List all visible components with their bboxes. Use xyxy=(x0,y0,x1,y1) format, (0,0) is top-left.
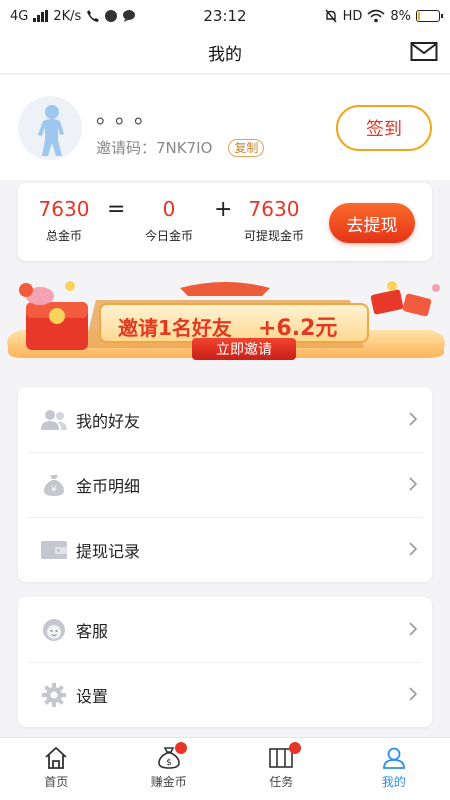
tab-label-earn-coins: 赚金币 xyxy=(150,775,187,789)
total-coins-value: 7630 xyxy=(38,197,90,221)
mail-icon[interactable] xyxy=(410,40,438,64)
withdrawable-coins-label: 可提现金币 xyxy=(243,229,304,243)
top-header: 我的 xyxy=(0,32,450,74)
menu-item-coin-details[interactable]: ¥ 金币明细 xyxy=(18,452,432,517)
chevron-right-icon xyxy=(409,477,418,491)
chevron-right-icon xyxy=(409,622,418,636)
banner-cta[interactable]: 立即邀请 xyxy=(192,339,296,359)
today-coins-label: 今日金币 xyxy=(144,229,193,243)
withdrawable-coins-value: 7630 xyxy=(248,197,300,221)
menu-label-settings: 设置 xyxy=(76,686,109,706)
chevron-right-icon xyxy=(409,412,418,426)
invite-code-row: 邀请码：7NK7IO 复制 xyxy=(96,137,265,158)
menu-group-support: 客服 设置 xyxy=(18,597,432,727)
banner-headline: 邀请1名好友 xyxy=(118,316,232,340)
svg-text:$: $ xyxy=(166,758,172,768)
nickname: 。。。 xyxy=(96,104,165,129)
tab-label-tasks: 任务 xyxy=(269,775,294,789)
mute-bell-icon xyxy=(325,9,337,23)
customer-service-icon xyxy=(40,616,68,644)
notification-icon xyxy=(105,10,118,22)
network-type: 4G xyxy=(10,8,29,24)
plus-sign: + xyxy=(214,197,233,222)
signal-icon xyxy=(33,10,49,22)
today-coins: 0 今日金币 xyxy=(138,197,200,244)
menu-label-customer-service: 客服 xyxy=(76,621,109,641)
tab-label-me: 我的 xyxy=(381,775,406,789)
hd-indicator: HD xyxy=(342,8,363,24)
earn-coins-badge xyxy=(174,742,187,754)
battery-percent: 8% xyxy=(390,8,411,24)
money-bag-icon: ¥ xyxy=(40,471,68,499)
menu-label-coin-details: 金币明细 xyxy=(76,476,141,496)
chevron-right-icon xyxy=(409,687,418,701)
tasks-badge xyxy=(289,742,301,754)
avatar[interactable] xyxy=(18,96,82,160)
invite-banner[interactable]: 邀请1名好友 +6.2元 立即邀请 xyxy=(0,272,450,372)
banner-reward: +6.2元 xyxy=(258,316,338,341)
tab-tasks[interactable]: 任务 xyxy=(225,738,338,800)
friends-icon xyxy=(40,406,68,434)
network-speed: 2K/s xyxy=(53,8,82,24)
today-coins-value: 0 xyxy=(162,197,176,221)
message-icon xyxy=(123,10,136,22)
menu-item-withdraw-history[interactable]: 提现记录 xyxy=(18,517,432,582)
checkin-button[interactable]: 签到 xyxy=(336,105,432,151)
wallet-icon xyxy=(40,536,68,564)
page-title: 我的 xyxy=(208,45,242,65)
copy-invite-button[interactable]: 复制 xyxy=(228,138,265,157)
default-avatar-icon xyxy=(38,105,64,156)
coin-summary-card: 7630 总金币 = 0 今日金币 + 7630 可提现金币 去提现 xyxy=(18,183,432,261)
total-coins-label: 总金币 xyxy=(45,229,82,243)
settings-gear-icon xyxy=(40,681,68,709)
wifi-icon xyxy=(367,9,385,23)
menu-item-customer-service[interactable]: 客服 xyxy=(18,597,432,662)
menu-group-account: 我的好友 ¥ 金币明细 提现记录 xyxy=(18,387,432,582)
tab-label-home: 首页 xyxy=(44,775,69,789)
call-icon xyxy=(87,10,100,22)
tab-home[interactable]: 首页 xyxy=(0,738,113,800)
battery-fill xyxy=(418,12,420,20)
svg-text:¥: ¥ xyxy=(51,485,57,495)
tab-me[interactable]: 我的 xyxy=(338,738,450,800)
status-left: 4G 2K/s xyxy=(10,9,136,24)
status-bar: 4G 2K/s 23:12 HD 8% xyxy=(0,0,450,32)
total-coins: 7630 总金币 xyxy=(32,197,96,244)
status-right: HD 8% xyxy=(324,8,443,24)
invite-code: 邀请码：7NK7IO xyxy=(96,139,213,157)
chevron-right-icon xyxy=(409,542,418,556)
menu-label-withdraw-history: 提现记录 xyxy=(76,541,141,561)
bottom-tab-bar: 首页 $ 赚金币 任务 我的 xyxy=(0,737,450,800)
withdraw-button[interactable]: 去提现 xyxy=(329,203,415,243)
equals-sign: = xyxy=(107,197,126,222)
me-icon xyxy=(382,747,405,769)
menu-label-friends: 我的好友 xyxy=(76,411,141,431)
menu-item-settings[interactable]: 设置 xyxy=(18,662,432,727)
tab-earn-coins[interactable]: $ 赚金币 xyxy=(113,738,226,800)
menu-item-friends[interactable]: 我的好友 xyxy=(18,387,432,452)
home-icon xyxy=(45,746,67,769)
battery-icon xyxy=(416,10,443,22)
withdrawable-coins: 7630 可提现金币 xyxy=(236,197,312,244)
